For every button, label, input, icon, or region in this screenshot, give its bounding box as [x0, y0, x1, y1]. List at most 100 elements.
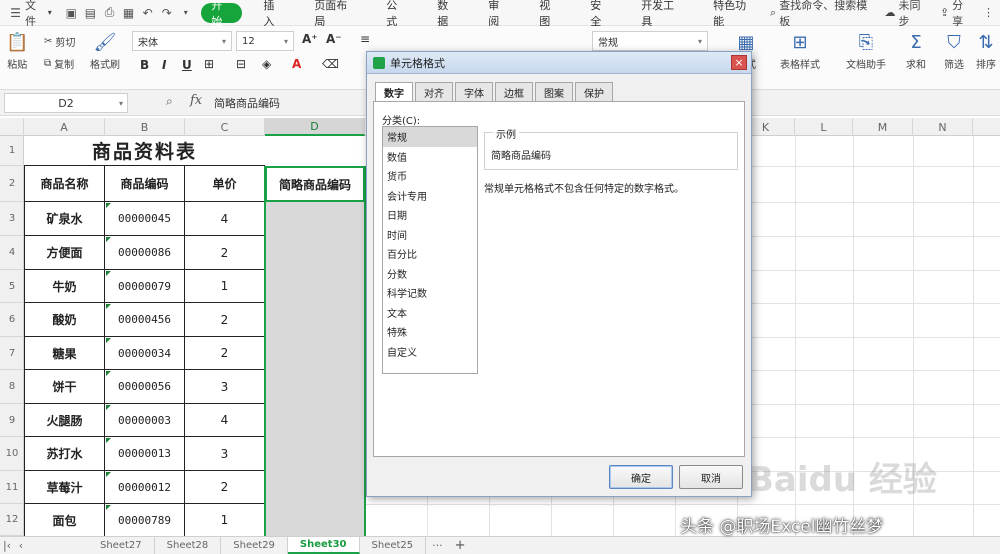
category-item-general[interactable]: 常规 [383, 127, 477, 147]
decrease-font-icon[interactable]: A⁻ [326, 32, 342, 46]
hamburger-icon[interactable]: ☰ [6, 3, 25, 23]
column-header-b[interactable]: B [105, 118, 185, 136]
row-header[interactable]: 7 [0, 337, 24, 370]
table-cell-price[interactable]: 2 [185, 236, 265, 270]
name-box[interactable]: D2 ▾ [4, 93, 128, 113]
header-product-code[interactable]: 商品编码 [105, 166, 185, 202]
prev-sheet-icon[interactable]: ‹ [14, 539, 28, 552]
table-cell-code[interactable]: 00000012 [105, 471, 185, 504]
table-cell-code[interactable]: 00000789 [105, 504, 185, 536]
row-header[interactable]: 10 [0, 437, 24, 471]
more-options-icon[interactable]: ⋮ [983, 6, 994, 19]
tab-home[interactable]: 开始 [201, 0, 243, 28]
row-header[interactable]: 11 [0, 471, 24, 504]
table-cell-name[interactable]: 苏打水 [24, 437, 105, 471]
sheet-tab[interactable]: Sheet28 [155, 537, 222, 554]
ok-button[interactable]: 确定 [609, 465, 673, 489]
column-header-a[interactable]: A [24, 118, 105, 136]
tab-formulas[interactable]: 公式 [377, 0, 416, 28]
row-header[interactable]: 9 [0, 404, 24, 437]
merge-icon[interactable]: ⊟ [236, 57, 246, 71]
row-header[interactable]: 2 [0, 166, 24, 202]
table-cell-price[interactable]: 4 [185, 404, 265, 437]
table-cell-name[interactable]: 面包 [24, 504, 105, 536]
italic-icon[interactable]: I [162, 58, 166, 72]
eraser-icon[interactable]: ⌫ [322, 57, 339, 71]
font-size-select[interactable]: 12 ▾ [236, 31, 294, 51]
undo-icon[interactable]: ↶ [138, 3, 157, 23]
table-cell-price[interactable]: 1 [185, 504, 265, 536]
row-header[interactable]: 8 [0, 370, 24, 404]
category-item-date[interactable]: 日期 [383, 205, 477, 225]
sheet-tab-active[interactable]: Sheet30 [287, 537, 360, 554]
table-style-button[interactable]: ⊞ 表格样式 [780, 30, 820, 71]
cancel-button[interactable]: 取消 [679, 465, 743, 489]
cut-button[interactable]: ✂ 剪切 [44, 34, 75, 49]
table-cell-price[interactable]: 2 [185, 471, 265, 504]
row-header[interactable]: 5 [0, 270, 24, 303]
category-item-scientific[interactable]: 科学记数 [383, 283, 477, 303]
command-search[interactable]: ⌕ 查找命令、搜索模板 [770, 0, 875, 29]
table-cell-code[interactable]: 00000045 [105, 202, 185, 236]
tab-security[interactable]: 安全 [581, 0, 620, 28]
filter-button[interactable]: ⛉ 筛选 [944, 30, 964, 71]
share-button[interactable]: ⇪ 分享 [940, 0, 973, 29]
table-cell-code[interactable]: 00000013 [105, 437, 185, 471]
category-item-accounting[interactable]: 会计专用 [383, 186, 477, 206]
copy-button[interactable]: ⧉ 复制 [44, 56, 74, 71]
column-header-c[interactable]: C [185, 118, 265, 136]
close-button[interactable]: × [731, 55, 747, 70]
dialog-title-bar[interactable]: 单元格格式 × [367, 52, 751, 74]
fill-color-icon[interactable]: ◈ [262, 57, 271, 71]
table-cell-name[interactable]: 糖果 [24, 337, 105, 370]
tab-protection[interactable]: 保护 [575, 82, 613, 101]
table-cell-code[interactable]: 00000456 [105, 303, 185, 337]
table-cell-code[interactable]: 00000034 [105, 337, 185, 370]
font-color-icon[interactable]: A [292, 57, 301, 71]
zoom-formula-icon[interactable]: ⌕ [166, 94, 173, 109]
preview-icon[interactable]: ▦ [119, 3, 138, 23]
tab-pattern[interactable]: 图案 [535, 82, 573, 101]
category-item-fraction[interactable]: 分数 [383, 264, 477, 284]
category-list[interactable]: 常规 数值 货币 会计专用 日期 时间 百分比 分数 科学记数 文本 特殊 自定… [382, 126, 478, 374]
increase-font-icon[interactable]: A⁺ [302, 32, 318, 46]
category-item-currency[interactable]: 货币 [383, 166, 477, 186]
redo-icon[interactable]: ↷ [157, 3, 176, 23]
sheet-tab[interactable]: Sheet27 [88, 537, 155, 554]
table-title[interactable]: 商品资料表 [24, 136, 265, 166]
sheet-tab[interactable]: Sheet25 [360, 537, 427, 554]
tab-developer[interactable]: 开发工具 [632, 0, 692, 28]
font-name-select[interactable]: 宋体 ▾ [132, 31, 232, 51]
row-header[interactable]: 1 [0, 136, 24, 166]
table-cell-code[interactable]: 00000003 [105, 404, 185, 437]
header-product-name[interactable]: 商品名称 [24, 166, 105, 202]
table-cell-name[interactable]: 火腿肠 [24, 404, 105, 437]
more-sheets-button[interactable]: ··· [426, 539, 449, 552]
table-cell-price[interactable]: 2 [185, 337, 265, 370]
border-icon[interactable]: ⊞ [204, 57, 214, 71]
tab-font[interactable]: 字体 [455, 82, 493, 101]
bold-icon[interactable]: B [140, 58, 149, 72]
category-item-custom[interactable]: 自定义 [383, 342, 477, 362]
column-header-l[interactable]: L [795, 118, 853, 136]
table-cell-name[interactable]: 草莓汁 [24, 471, 105, 504]
add-sheet-button[interactable]: + [449, 538, 472, 553]
number-format-select[interactable]: 常规 ▾ [592, 31, 708, 51]
category-item-number[interactable]: 数值 [383, 147, 477, 167]
table-cell-code[interactable]: 00000056 [105, 370, 185, 404]
print-icon[interactable]: ⎙ [100, 3, 119, 23]
tab-review[interactable]: 审阅 [479, 0, 518, 28]
table-cell-price[interactable]: 2 [185, 303, 265, 337]
doc-helper-button[interactable]: ⎘ 文档助手 [846, 30, 886, 71]
chevron-down-icon[interactable]: ▾ [176, 3, 195, 23]
sum-button[interactable]: Σ 求和 [906, 30, 926, 71]
header-unit-price[interactable]: 单价 [185, 166, 265, 202]
column-header-n[interactable]: N [913, 118, 973, 136]
sync-status[interactable]: ☁ 未同步 [885, 0, 930, 29]
category-item-time[interactable]: 时间 [383, 225, 477, 245]
insert-function-icon[interactable]: fx [190, 93, 202, 108]
table-cell-name[interactable]: 饼干 [24, 370, 105, 404]
table-cell-name[interactable]: 酸奶 [24, 303, 105, 337]
sheet-tab[interactable]: Sheet29 [221, 537, 288, 554]
tab-insert[interactable]: 插入 [254, 0, 293, 28]
